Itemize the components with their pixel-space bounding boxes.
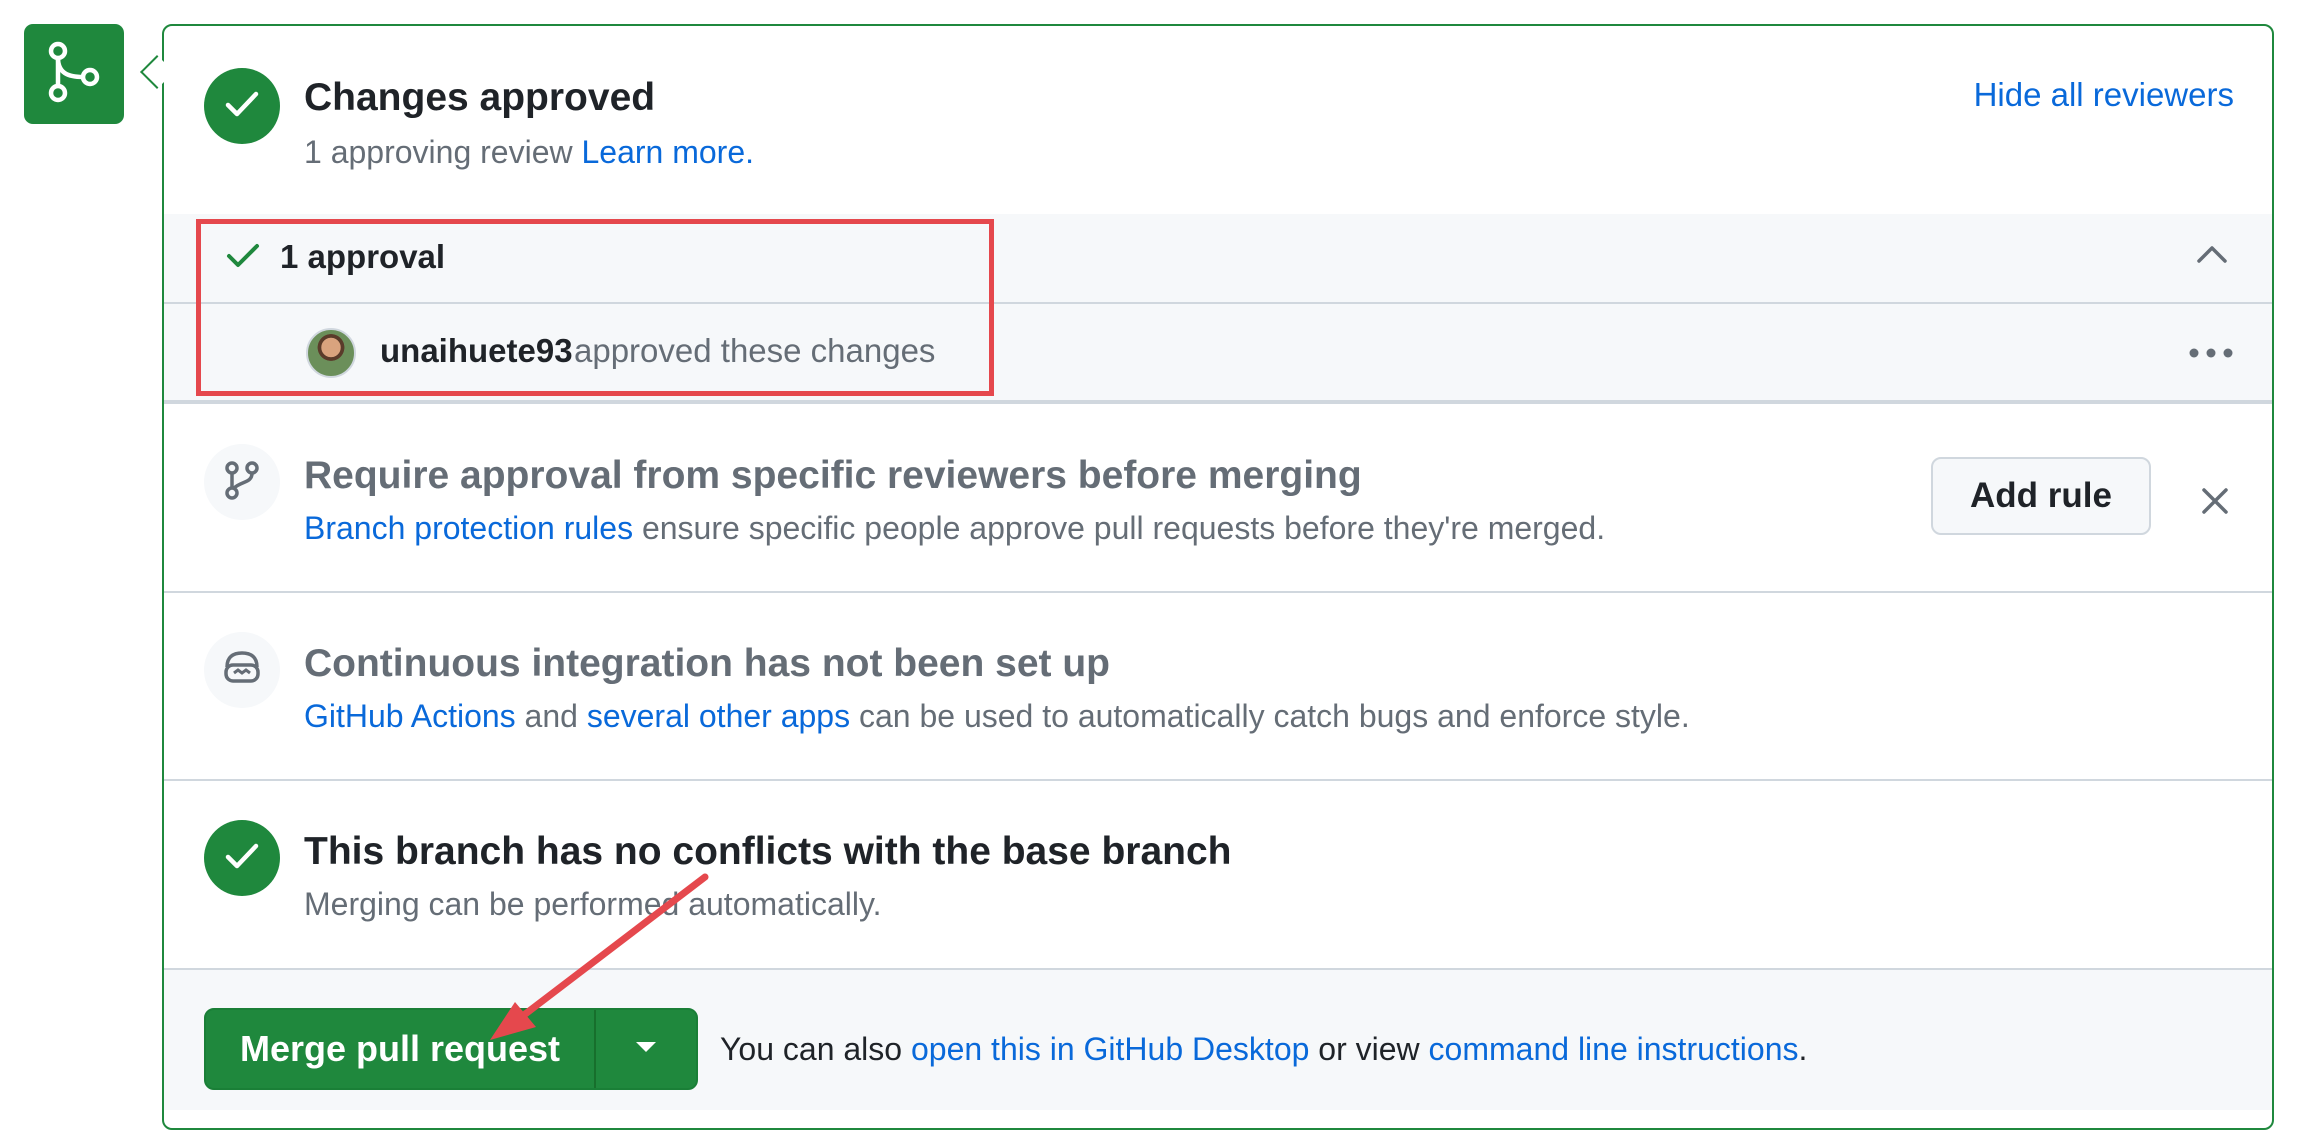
merge-box: Changes approved 1 approving review Lear… [162, 24, 2274, 1130]
ci-description: GitHub Actions and several other apps ca… [304, 698, 1690, 735]
footer-or-view: or view [1318, 1031, 1420, 1067]
approved-status-circle [204, 68, 280, 144]
git-merge-icon [44, 39, 104, 110]
git-branch-icon [222, 459, 262, 506]
branch-protection-text: ensure specific people approve pull requ… [641, 510, 1606, 546]
footer-prefix: You can also [720, 1031, 903, 1067]
command-line-instructions-link[interactable]: command line instructions [1429, 1031, 1799, 1067]
learn-more-link[interactable]: Learn more. [581, 134, 754, 170]
kebab-horizontal-icon[interactable] [2188, 346, 2234, 364]
merge-footer-text: You can also open this in GitHub Desktop… [720, 1031, 1807, 1068]
github-desktop-link[interactable]: open this in GitHub Desktop [911, 1031, 1309, 1067]
no-conflicts-subtitle: Merging can be performed automatically. [304, 886, 882, 922]
branch-protection-title: Require approval from specific reviewers… [304, 454, 1362, 497]
github-actions-link[interactable]: GitHub Actions [304, 698, 516, 734]
merge-status-badge [24, 24, 124, 124]
ci-icon-circle [204, 632, 280, 708]
approval-title: Changes approved [304, 76, 656, 119]
ci-text: can be used to automatically catch bugs … [858, 698, 1690, 734]
hide-all-reviewers-link[interactable]: Hide all reviewers [1974, 76, 2234, 114]
annotation-highlight-box [196, 219, 994, 396]
chevron-up-icon[interactable] [2196, 244, 2228, 269]
merge-button-group: Merge pull request [204, 1008, 698, 1090]
ci-and-text: and [524, 698, 578, 734]
no-conflicts-status-circle [204, 820, 280, 896]
divider [164, 591, 2272, 593]
check-icon [224, 841, 260, 876]
divider [164, 779, 2272, 781]
branch-protection-description: Branch protection rules ensure specific … [304, 510, 1605, 547]
branch-icon-circle [204, 444, 280, 520]
approval-subtitle: 1 approving review Learn more. [304, 134, 754, 171]
merge-pull-request-button[interactable]: Merge pull request [206, 1010, 596, 1088]
check-icon [224, 89, 260, 124]
triangle-down-icon [634, 1040, 658, 1059]
approving-review-count: 1 approving review [304, 134, 573, 170]
ci-title: Continuous integration has not been set … [304, 642, 1110, 685]
footer-suffix: . [1798, 1031, 1808, 1067]
divider [164, 400, 2272, 404]
add-rule-button[interactable]: Add rule [1931, 457, 2151, 535]
branch-protection-rules-link[interactable]: Branch protection rules [304, 510, 633, 546]
x-icon[interactable] [2200, 486, 2230, 521]
merge-method-dropdown[interactable] [596, 1010, 696, 1088]
copilot-icon [221, 649, 263, 692]
other-apps-link[interactable]: several other apps [587, 698, 850, 734]
no-conflicts-title: This branch has no conflicts with the ba… [304, 830, 1232, 873]
